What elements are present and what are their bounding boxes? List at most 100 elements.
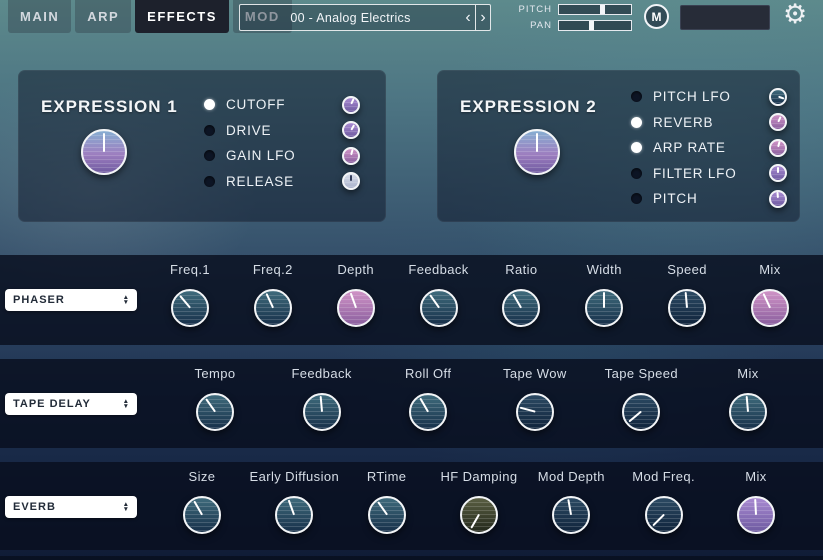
knob-needle — [776, 192, 779, 199]
pan-slider[interactable] — [558, 20, 632, 31]
knob-needle — [350, 175, 352, 181]
knob-label: Feedback — [408, 262, 468, 277]
knob-needle — [513, 294, 523, 309]
plugin-window: MAINARPEFFECTSMOD 00 - Analog Electrics … — [0, 0, 823, 560]
knob-label: Mod Depth — [538, 469, 605, 484]
fx-knob-freq-1[interactable] — [171, 289, 209, 327]
fx-knob-tape-speed[interactable] — [622, 393, 660, 431]
fx-type-dropdown[interactable]: PHASER ▲ ▼ — [5, 289, 137, 311]
knob-needle — [429, 295, 440, 309]
radio-unselected-icon[interactable] — [204, 125, 215, 136]
radio-unselected-icon[interactable] — [631, 168, 642, 179]
fx-knob-tape-wow[interactable] — [516, 393, 554, 431]
expression-amount-knob[interactable] — [342, 121, 360, 139]
expression-main-knob[interactable] — [81, 129, 127, 175]
fx-knob-mix[interactable] — [751, 289, 789, 327]
tab-effects[interactable]: EFFECTS — [135, 0, 229, 33]
tab-main[interactable]: MAIN — [8, 0, 71, 33]
settings-gear-icon[interactable]: ⚙ — [783, 0, 807, 30]
knob-label: Mix — [745, 469, 766, 484]
expression-target-item[interactable]: ARP RATE — [631, 135, 789, 161]
fx-knob-mix[interactable] — [737, 496, 775, 534]
expression-target-item[interactable]: REVERB — [631, 110, 789, 136]
knob-needle — [754, 499, 757, 515]
fx-knob-size[interactable] — [183, 496, 221, 534]
fx-knob-mod-freq-[interactable] — [645, 496, 683, 534]
pan-slider-handle[interactable] — [589, 21, 594, 30]
expression-target-item[interactable]: CUTOFF — [204, 92, 362, 118]
expression-amount-knob[interactable] — [769, 190, 787, 208]
knob-label: Tape Wow — [503, 366, 567, 381]
fx-knob-width[interactable] — [585, 289, 623, 327]
knob-label: Freq.2 — [253, 262, 293, 277]
expression-amount-knob[interactable] — [342, 96, 360, 114]
knob-cell: HF Damping — [451, 469, 507, 534]
pitch-slider-handle[interactable] — [600, 5, 605, 14]
knob-cell: Tape Wow — [507, 366, 563, 431]
expression-target-label: REVERB — [653, 115, 763, 130]
knob-cell: Mix — [720, 366, 776, 431]
knob-needle — [568, 499, 573, 515]
knob-needle — [350, 149, 354, 156]
preset-prev-button[interactable]: ‹ — [461, 5, 475, 30]
fx-knob-feedback[interactable] — [303, 393, 341, 431]
knob-label: Tape Speed — [605, 366, 678, 381]
fx-knob-mod-depth[interactable] — [552, 496, 590, 534]
pan-label: PAN — [514, 20, 552, 31]
fx-knob-hf-damping[interactable] — [460, 496, 498, 534]
expression-target-item[interactable]: RELEASE — [204, 169, 362, 195]
fx-knob-speed[interactable] — [668, 289, 706, 327]
preset-next-button[interactable]: › — [476, 5, 490, 30]
expression-amount-knob[interactable] — [769, 88, 787, 106]
knob-needle — [777, 167, 779, 173]
expression-1-knob-slot — [81, 129, 127, 175]
expression-target-item[interactable]: DRIVE — [204, 118, 362, 144]
knob-cell: Tempo — [187, 366, 243, 431]
expression-target-item[interactable]: PITCH — [631, 186, 789, 212]
fx-knob-mix[interactable] — [729, 393, 767, 431]
expression-main-knob[interactable] — [514, 129, 560, 175]
preset-selector[interactable]: 00 - Analog Electrics ‹ › — [239, 4, 491, 31]
radio-unselected-icon[interactable] — [631, 193, 642, 204]
expression-target-item[interactable]: PITCH LFO — [631, 84, 789, 110]
fx-row-phaser: PHASER ▲ ▼ Freq.1Freq.2DepthFeedbackRati… — [0, 255, 823, 345]
knob-label: Early Diffusion — [250, 469, 340, 484]
knob-needle — [319, 396, 322, 412]
expression-amount-knob[interactable] — [342, 172, 360, 190]
fx-knob-early-diffusion[interactable] — [275, 496, 313, 534]
expression-amount-knob[interactable] — [342, 147, 360, 165]
knob-label: Size — [189, 469, 216, 484]
fx-knob-ratio[interactable] — [502, 289, 540, 327]
radio-unselected-icon[interactable] — [631, 91, 642, 102]
radio-selected-icon[interactable] — [204, 99, 215, 110]
knob-strip: SizeEarly DiffusionRTimeHF DampingMod De… — [174, 462, 784, 550]
knob-cell: Roll Off — [400, 366, 456, 431]
fx-knob-feedback[interactable] — [420, 289, 458, 327]
fx-knob-roll-off[interactable] — [409, 393, 447, 431]
fx-row-tape-delay: TAPE DELAY ▲ ▼ TempoFeedbackRoll OffTape… — [0, 359, 823, 448]
radio-unselected-icon[interactable] — [204, 176, 215, 187]
fx-type-dropdown[interactable]: EVERB ▲ ▼ — [5, 496, 137, 518]
fx-type-dropdown[interactable]: TAPE DELAY ▲ ▼ — [5, 393, 137, 415]
expression-amount-knob[interactable] — [769, 113, 787, 131]
radio-selected-icon[interactable] — [631, 117, 642, 128]
tab-arp[interactable]: ARP — [75, 0, 131, 33]
knob-cell: Ratio — [493, 262, 549, 327]
midi-button[interactable]: M — [644, 4, 669, 29]
expression-amount-knob[interactable] — [769, 164, 787, 182]
expression-amount-knob[interactable] — [769, 139, 787, 157]
expression-target-item[interactable]: GAIN LFO — [204, 143, 362, 169]
expression-target-label: CUTOFF — [226, 97, 336, 112]
knob-needle — [349, 293, 356, 308]
pitch-slider[interactable] — [558, 4, 632, 15]
expression-target-label: PITCH — [653, 191, 763, 206]
fx-knob-tempo[interactable] — [196, 393, 234, 431]
radio-unselected-icon[interactable] — [204, 150, 215, 161]
fx-knob-freq-2[interactable] — [254, 289, 292, 327]
knob-needle — [193, 501, 203, 516]
expression-target-item[interactable]: FILTER LFO — [631, 161, 789, 187]
fx-knob-rtime[interactable] — [368, 496, 406, 534]
radio-selected-icon[interactable] — [631, 142, 642, 153]
knob-cell: Mix — [728, 469, 784, 534]
fx-knob-depth[interactable] — [337, 289, 375, 327]
